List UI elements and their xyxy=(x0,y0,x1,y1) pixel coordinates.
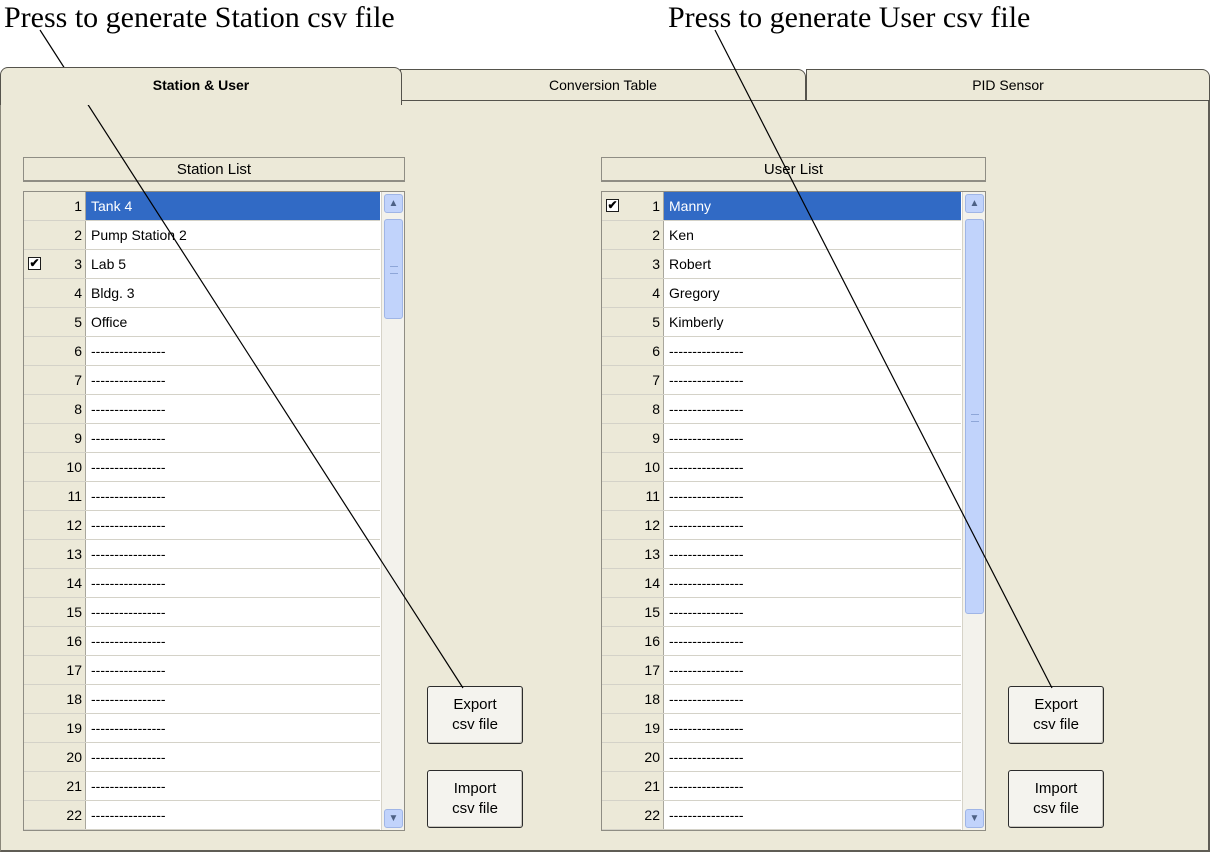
station-leader-line xyxy=(39,29,464,689)
user-leader-line xyxy=(714,29,1053,689)
callout-leader-lines xyxy=(39,29,1053,689)
tab-station-user[interactable]: Station & User xyxy=(0,67,402,105)
